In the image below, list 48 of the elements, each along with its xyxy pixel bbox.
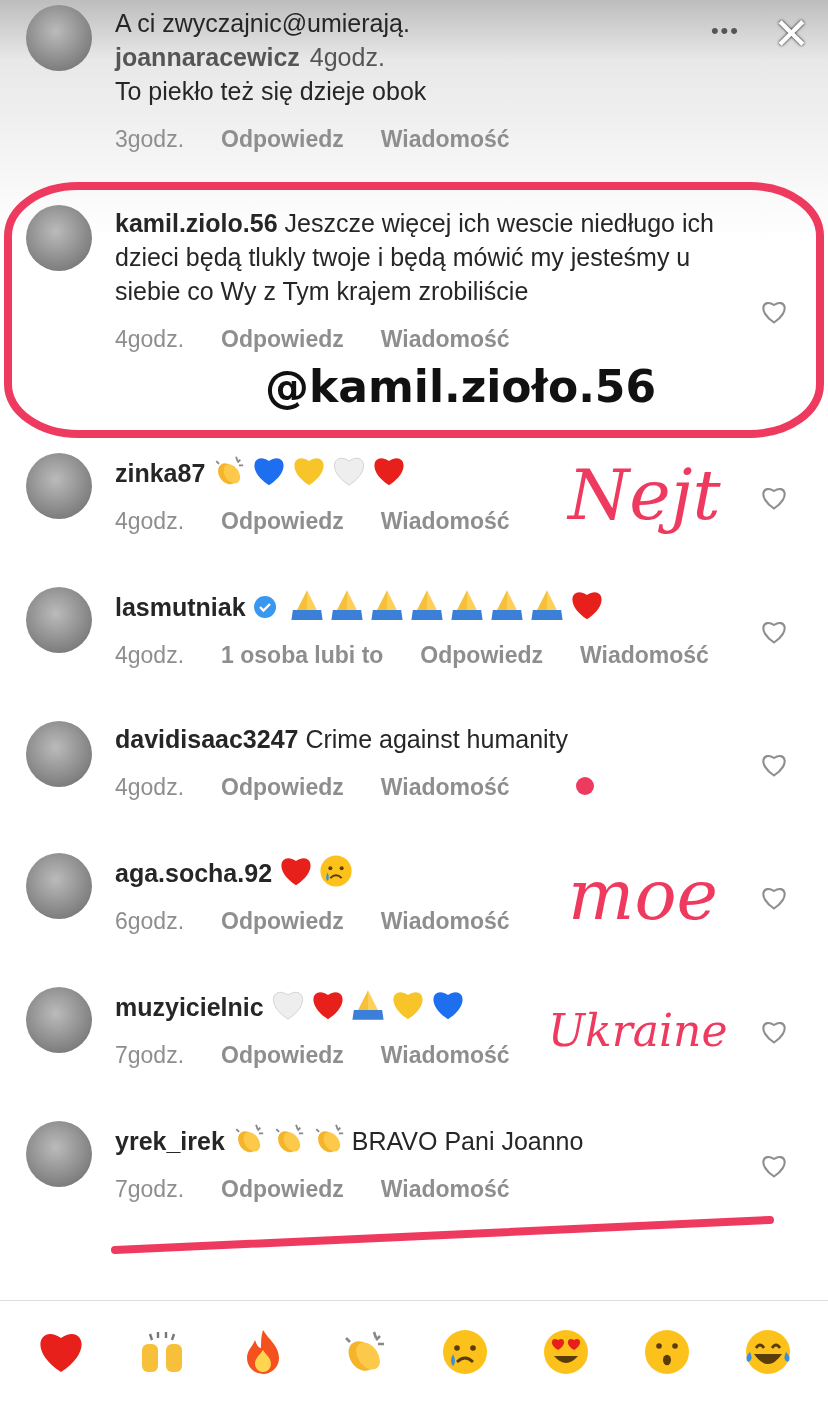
action-link[interactable]: Odpowiedz — [221, 504, 344, 538]
handwritten-text: Nejt — [565, 453, 722, 539]
comment-time: 7godz. — [115, 1041, 185, 1070]
action-link[interactable]: Odpowiedz — [221, 770, 344, 804]
comment-time: 7godz. — [115, 1175, 185, 1204]
action-link[interactable]: Wiadomość — [380, 904, 510, 938]
comment-text: To piekło też się dzieje obok — [115, 76, 427, 107]
action-link[interactable]: Odpowiedz — [221, 1038, 344, 1072]
comment-text: kamil.ziolo.56 Jeszcze więcej ich wescie niedługo ich dzieci będą tlukly twoje i będą mówić my jesteśmy u siebie co Wy z Tym krajem zrobiliście — [115, 208, 715, 307]
action-link[interactable]: Wiadomość — [580, 638, 709, 672]
handwritten-text: moe — [567, 853, 719, 939]
username[interactable]: zinka87 — [115, 459, 206, 487]
username[interactable]: lasmutniak — [115, 593, 246, 621]
likes-link[interactable]: 1 osoba lubi to — [221, 638, 384, 672]
comment-text: A ci zwyczajnic@umierają. — [115, 8, 410, 39]
action-link[interactable]: Odpowiedz — [221, 122, 344, 156]
action-link[interactable]: Odpowiedz — [221, 1172, 344, 1206]
comment-time: 4godz. — [115, 507, 185, 536]
comment-time: 4godz. — [309, 43, 385, 71]
comment-text: BRAVO Pani Joanno — [351, 1127, 584, 1155]
username[interactable]: joannaracewicz — [115, 43, 300, 71]
action-link[interactable]: Wiadomość — [380, 770, 510, 804]
username[interactable]: muzyicielnic — [115, 993, 264, 1021]
action-link[interactable]: Odpowiedz — [221, 904, 344, 938]
action-link[interactable]: Wiadomość — [380, 122, 510, 156]
marker-dot — [576, 777, 594, 795]
comment-time: 3godz. — [115, 125, 185, 154]
action-link[interactable]: Wiadomość — [380, 322, 510, 356]
action-link[interactable]: Odpowiedz — [221, 322, 344, 356]
surprised-face-icon — [642, 1328, 691, 1376]
heart-eyes-face-icon — [541, 1328, 590, 1376]
handwritten-text: Ukraine — [547, 1003, 729, 1058]
crying-face-icon — [319, 854, 353, 888]
comment-time: 4godz. — [115, 325, 185, 354]
action-link[interactable]: Wiadomość — [380, 504, 510, 538]
comment-time: 6godz. — [115, 907, 185, 936]
mention-label: @kamil.zioło.56 — [265, 360, 657, 414]
action-link[interactable]: Wiadomość — [380, 1038, 510, 1072]
comment-text: davidisaac3247 Crime against humanity — [115, 724, 570, 755]
username[interactable]: aga.socha.92 — [115, 859, 273, 887]
comment-time: 4godz. — [115, 641, 185, 670]
comment-time: 4godz. — [115, 773, 185, 802]
crying-face-icon — [440, 1328, 489, 1376]
action-link[interactable]: Wiadomość — [380, 1172, 510, 1206]
action-link[interactable]: Odpowiedz — [420, 638, 543, 672]
username[interactable]: yrek_irek — [115, 1127, 225, 1155]
laughing-tears-face-icon — [743, 1328, 792, 1376]
more-button[interactable]: ••• — [710, 14, 740, 48]
